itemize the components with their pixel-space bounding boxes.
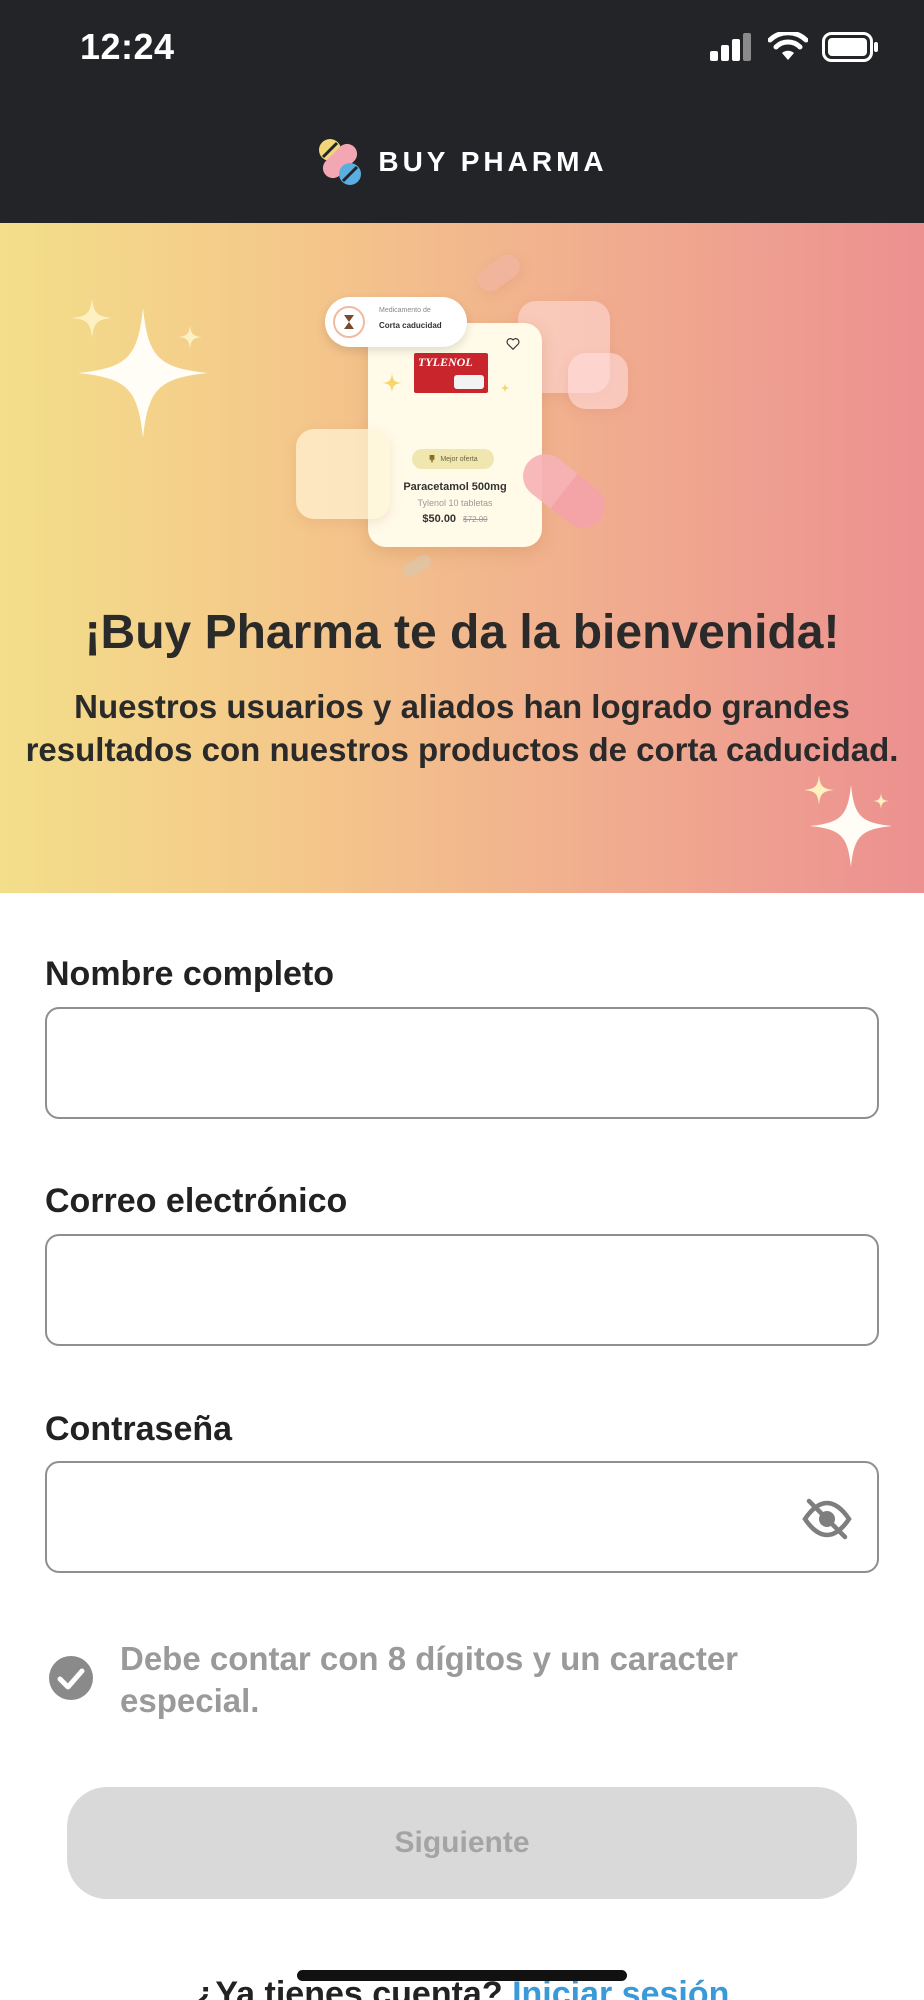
sparkle-icon: [382, 373, 402, 393]
status-time: 12:24: [80, 26, 175, 67]
name-input[interactable]: [47, 1009, 877, 1117]
battery-icon: [822, 32, 878, 62]
pill-icon: [473, 249, 525, 297]
expiry-chip-main: Corta caducidad: [379, 321, 442, 330]
welcome-hero: TYLENOL Mejor oferta Paracetamol 500mg T…: [0, 223, 924, 893]
brand-name: BUY PHARMA: [378, 145, 608, 177]
email-field[interactable]: [45, 1234, 879, 1346]
name-label: Nombre completo: [45, 955, 335, 993]
status-bar: 12:24: [0, 0, 924, 100]
eye-off-icon[interactable]: [801, 1493, 853, 1545]
status-icons: [710, 32, 880, 62]
offer-badge: Mejor oferta: [412, 449, 494, 469]
glass-tile: [296, 429, 390, 519]
name-field[interactable]: [45, 1007, 879, 1119]
hourglass-icon: [333, 306, 365, 338]
cellular-signal-icon: [710, 33, 751, 61]
hero-title: ¡Buy Pharma te da la bienvenida!: [84, 606, 840, 659]
email-input[interactable]: [47, 1236, 877, 1344]
password-field[interactable]: [45, 1461, 879, 1573]
password-hint: Debe contar con 8 dígitos y un caracter …: [120, 1640, 739, 1719]
buy-pharma-logo-icon: [319, 138, 362, 185]
product-old-price: $72.00: [463, 515, 488, 524]
email-label: Correo electrónico: [45, 1182, 348, 1220]
wifi-icon: [768, 32, 808, 60]
sparkle-icon: [72, 298, 112, 338]
password-input[interactable]: [47, 1463, 877, 1571]
sparkle-icon: [804, 775, 834, 805]
expiry-chip: Medicamento de Corta caducidad: [325, 297, 467, 347]
product-box-image: TYLENOL: [414, 353, 488, 393]
product-name: Paracetamol 500mg: [403, 481, 507, 493]
expiry-chip-small: Medicamento de: [379, 307, 431, 314]
heart-icon: [506, 338, 520, 351]
next-button[interactable]: Siguiente: [67, 1787, 857, 1899]
sparkle-icon: [873, 793, 889, 809]
product-desc: Tylenol 10 tabletas: [417, 498, 493, 508]
trophy-icon: [429, 455, 435, 463]
check-circle-icon: [49, 1656, 93, 1700]
glass-tile: [568, 353, 628, 409]
product-price-row: $50.00 $72.00: [368, 513, 542, 525]
password-label: Contraseña: [45, 1410, 233, 1448]
pill-icon: [400, 552, 434, 580]
product-price: $50.00: [422, 513, 457, 525]
sparkle-icon: [178, 325, 202, 349]
product-card: TYLENOL Mejor oferta Paracetamol 500mg T…: [368, 323, 542, 547]
sparkle-icon: [500, 383, 510, 393]
app-header: BUY PHARMA: [0, 100, 924, 223]
hero-subtitle: Nuestros usuarios y aliados han logrado …: [25, 688, 899, 768]
home-indicator: [297, 1970, 627, 1981]
product-brand: TYLENOL: [418, 355, 473, 369]
